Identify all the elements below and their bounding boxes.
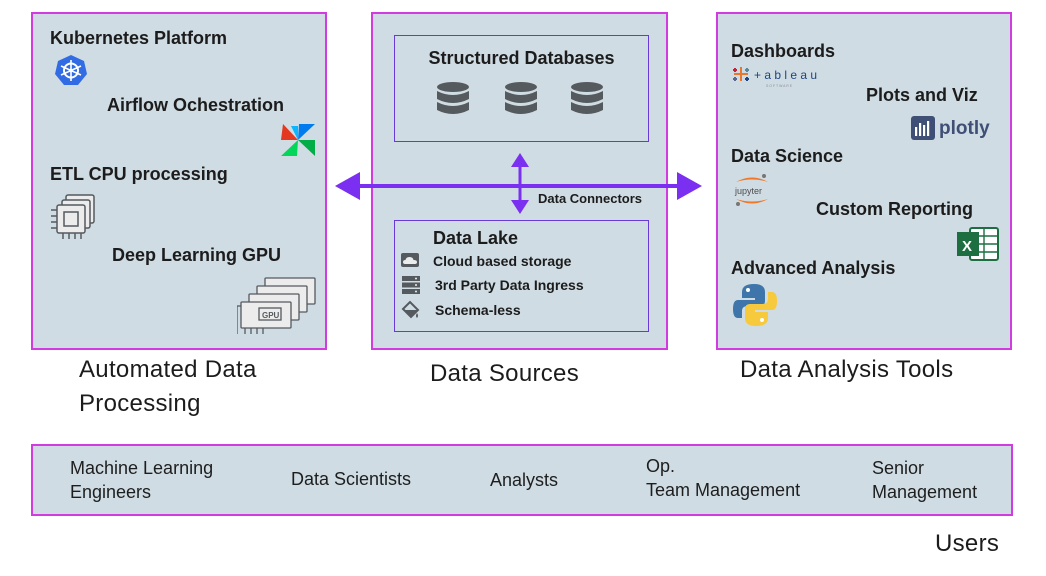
user-group-line: Machine Learning (70, 458, 214, 478)
processing-caption-line1: Automated Data (79, 356, 257, 383)
sources-caption: Data Sources (430, 360, 580, 387)
user-group-ml-engineers: Machine Learning Engineers (70, 456, 213, 504)
user-group-analysts: Analysts (490, 468, 558, 492)
users-caption: Users (935, 530, 1000, 557)
user-group-line: Management (872, 482, 978, 502)
user-group-data-scientists: Data Scientists (291, 467, 411, 491)
processing-caption-line2: Processing (79, 390, 201, 417)
user-group-senior-management: Senior Management (872, 456, 977, 504)
user-group-line: Team Management (646, 480, 801, 500)
user-group-op-team-management: Op. Team Management (646, 454, 800, 502)
user-group-line: Data Scientists (291, 469, 412, 489)
user-group-line: Engineers (70, 482, 152, 502)
user-group-line: Senior (872, 458, 925, 478)
tools-caption: Data Analysis Tools (740, 356, 954, 383)
user-group-line: Analysts (490, 470, 559, 490)
user-group-line: Op. (646, 456, 676, 476)
users-panel: Machine Learning Engineers Data Scientis… (31, 444, 1013, 516)
